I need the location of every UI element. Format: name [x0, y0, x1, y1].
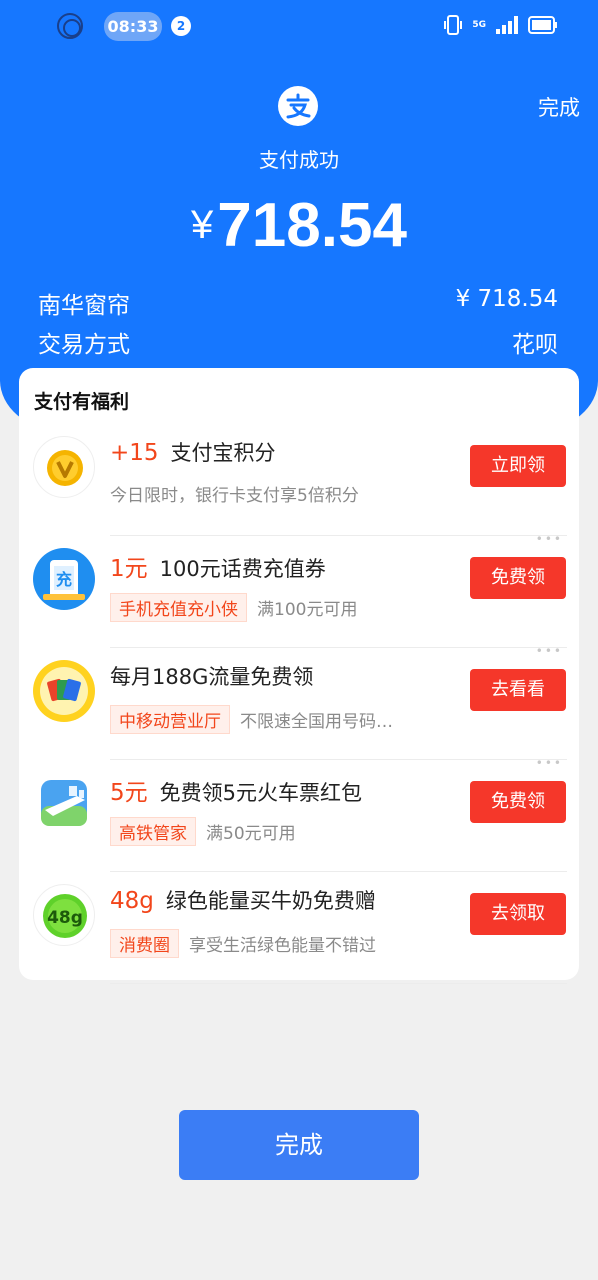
benefit-desc: 享受生活绿色能量不错过 — [189, 936, 376, 956]
merchant-amount: ¥ 718.54 — [455, 286, 558, 312]
benefit-highlight: 1元 — [110, 556, 148, 582]
benefit-item: ••• 充 1元 100元话费充值券 手机充值充小侠 满100元可用 免费领 — [19, 532, 579, 648]
signal-icon — [496, 16, 518, 34]
payment-method-value: 花呗 — [512, 332, 558, 358]
header-done-button[interactable]: 完成 — [538, 92, 580, 122]
benefit-desc-line: 消费圈 享受生活绿色能量不错过 — [110, 929, 376, 958]
done-button[interactable]: 完成 — [179, 1110, 419, 1180]
benefit-title-line: 1元 100元话费充值券 — [110, 549, 326, 583]
benefit-tag: 消费圈 — [110, 929, 179, 958]
benefit-highlight: +15 — [110, 440, 159, 466]
more-options-icon[interactable]: ••• — [536, 644, 563, 658]
svg-text:48g: 48g — [47, 908, 83, 928]
battery-icon — [528, 16, 557, 34]
alipay-logo-icon — [278, 86, 318, 126]
claim-recharge-coupon-button[interactable]: 免费领 — [470, 557, 566, 599]
high-speed-train-icon — [33, 772, 95, 834]
benefit-item: +15 支付宝积分 今日限时，银行卡支付享5倍积分 立即领 — [19, 424, 579, 536]
status-bar: 08:33 2 5G — [0, 0, 598, 52]
benefit-title: 免费领5元火车票红包 — [159, 781, 363, 805]
merchant-row: 南华窗帘 ¥ 718.54 — [38, 286, 558, 320]
benefit-item: 48g 48g 绿色能量买牛奶免费赠 消费圈 享受生活绿色能量不错过 去领取 — [19, 872, 579, 984]
benefit-desc-line: 手机充值充小侠 满100元可用 — [110, 593, 357, 622]
benefit-title: 支付宝积分 — [170, 441, 276, 465]
svg-text:充: 充 — [56, 570, 72, 589]
benefit-item: ••• 每月188G流量免费领 中移动营业厅 不限速全国用号码… 去看看 — [19, 644, 579, 760]
benefit-desc-line: 今日限时，银行卡支付享5倍积分 — [110, 481, 359, 506]
benefit-highlight: 5元 — [110, 780, 148, 806]
currency-symbol: ¥ — [191, 203, 214, 247]
claim-points-button[interactable]: 立即领 — [470, 445, 566, 487]
merchant-name: 南华窗帘 — [38, 293, 130, 319]
benefit-title-line: 每月188G流量免费领 — [110, 661, 313, 691]
amount-value: 718.54 — [217, 191, 407, 260]
benefit-title-line: 48g 绿色能量买牛奶免费赠 — [110, 885, 376, 915]
benefit-desc: 今日限时，银行卡支付享5倍积分 — [110, 486, 359, 506]
green-energy-icon: 48g — [33, 884, 95, 946]
claim-milk-button[interactable]: 去领取 — [470, 893, 566, 935]
benefit-title: 绿色能量买牛奶免费赠 — [165, 889, 376, 913]
benefit-tag: 高铁管家 — [110, 817, 196, 846]
vibrate-icon — [444, 15, 463, 35]
benefit-title: 每月188G流量免费领 — [110, 665, 314, 689]
notification-badge: 2 — [171, 16, 191, 36]
alipay-points-icon — [33, 436, 95, 498]
status-time: 08:33 — [104, 12, 162, 41]
benefit-highlight: 48g — [110, 888, 154, 914]
benefit-desc-line: 中移动营业厅 不限速全国用号码… — [110, 705, 393, 734]
benefit-desc-line: 高铁管家 满50元可用 — [110, 817, 296, 846]
sim-card-icon — [33, 660, 95, 722]
more-options-icon[interactable]: ••• — [536, 756, 563, 770]
benefits-title: 支付有福利 — [34, 391, 130, 413]
claim-train-coupon-button[interactable]: 免费领 — [470, 781, 566, 823]
benefit-item: ••• 5元 免费领5元火车票红包 高铁管家 满50元可用 免费领 — [19, 756, 579, 872]
benefit-tag: 手机充值充小侠 — [110, 593, 247, 622]
benefit-title-line: +15 支付宝积分 — [110, 437, 276, 467]
status-icons: 5G — [444, 14, 558, 36]
benefit-desc: 满100元可用 — [257, 600, 358, 620]
network-label: 5G — [472, 20, 486, 30]
screen-record-icon — [57, 13, 83, 39]
benefit-title-line: 5元 免费领5元火车票红包 — [110, 773, 362, 807]
phone-recharge-icon: 充 — [33, 548, 95, 610]
benefit-tag: 中移动营业厅 — [110, 705, 230, 734]
view-data-offer-button[interactable]: 去看看 — [470, 669, 566, 711]
benefit-title: 100元话费充值券 — [159, 557, 326, 581]
payment-method-label: 交易方式 — [38, 332, 130, 358]
more-options-icon[interactable]: ••• — [536, 532, 563, 546]
payment-amount: ¥718.54 — [0, 190, 598, 261]
divider — [110, 983, 567, 984]
payment-success-title: 支付成功 — [259, 148, 339, 172]
benefit-desc: 满50元可用 — [206, 824, 296, 844]
benefit-desc: 不限速全国用号码… — [240, 712, 393, 732]
benefits-card: 支付有福利 +15 支付宝积分 今日限时，银行卡支付享5倍积分 立即领 ••• 充… — [19, 368, 579, 984]
payment-method-row: 交易方式 花呗 — [38, 325, 558, 359]
